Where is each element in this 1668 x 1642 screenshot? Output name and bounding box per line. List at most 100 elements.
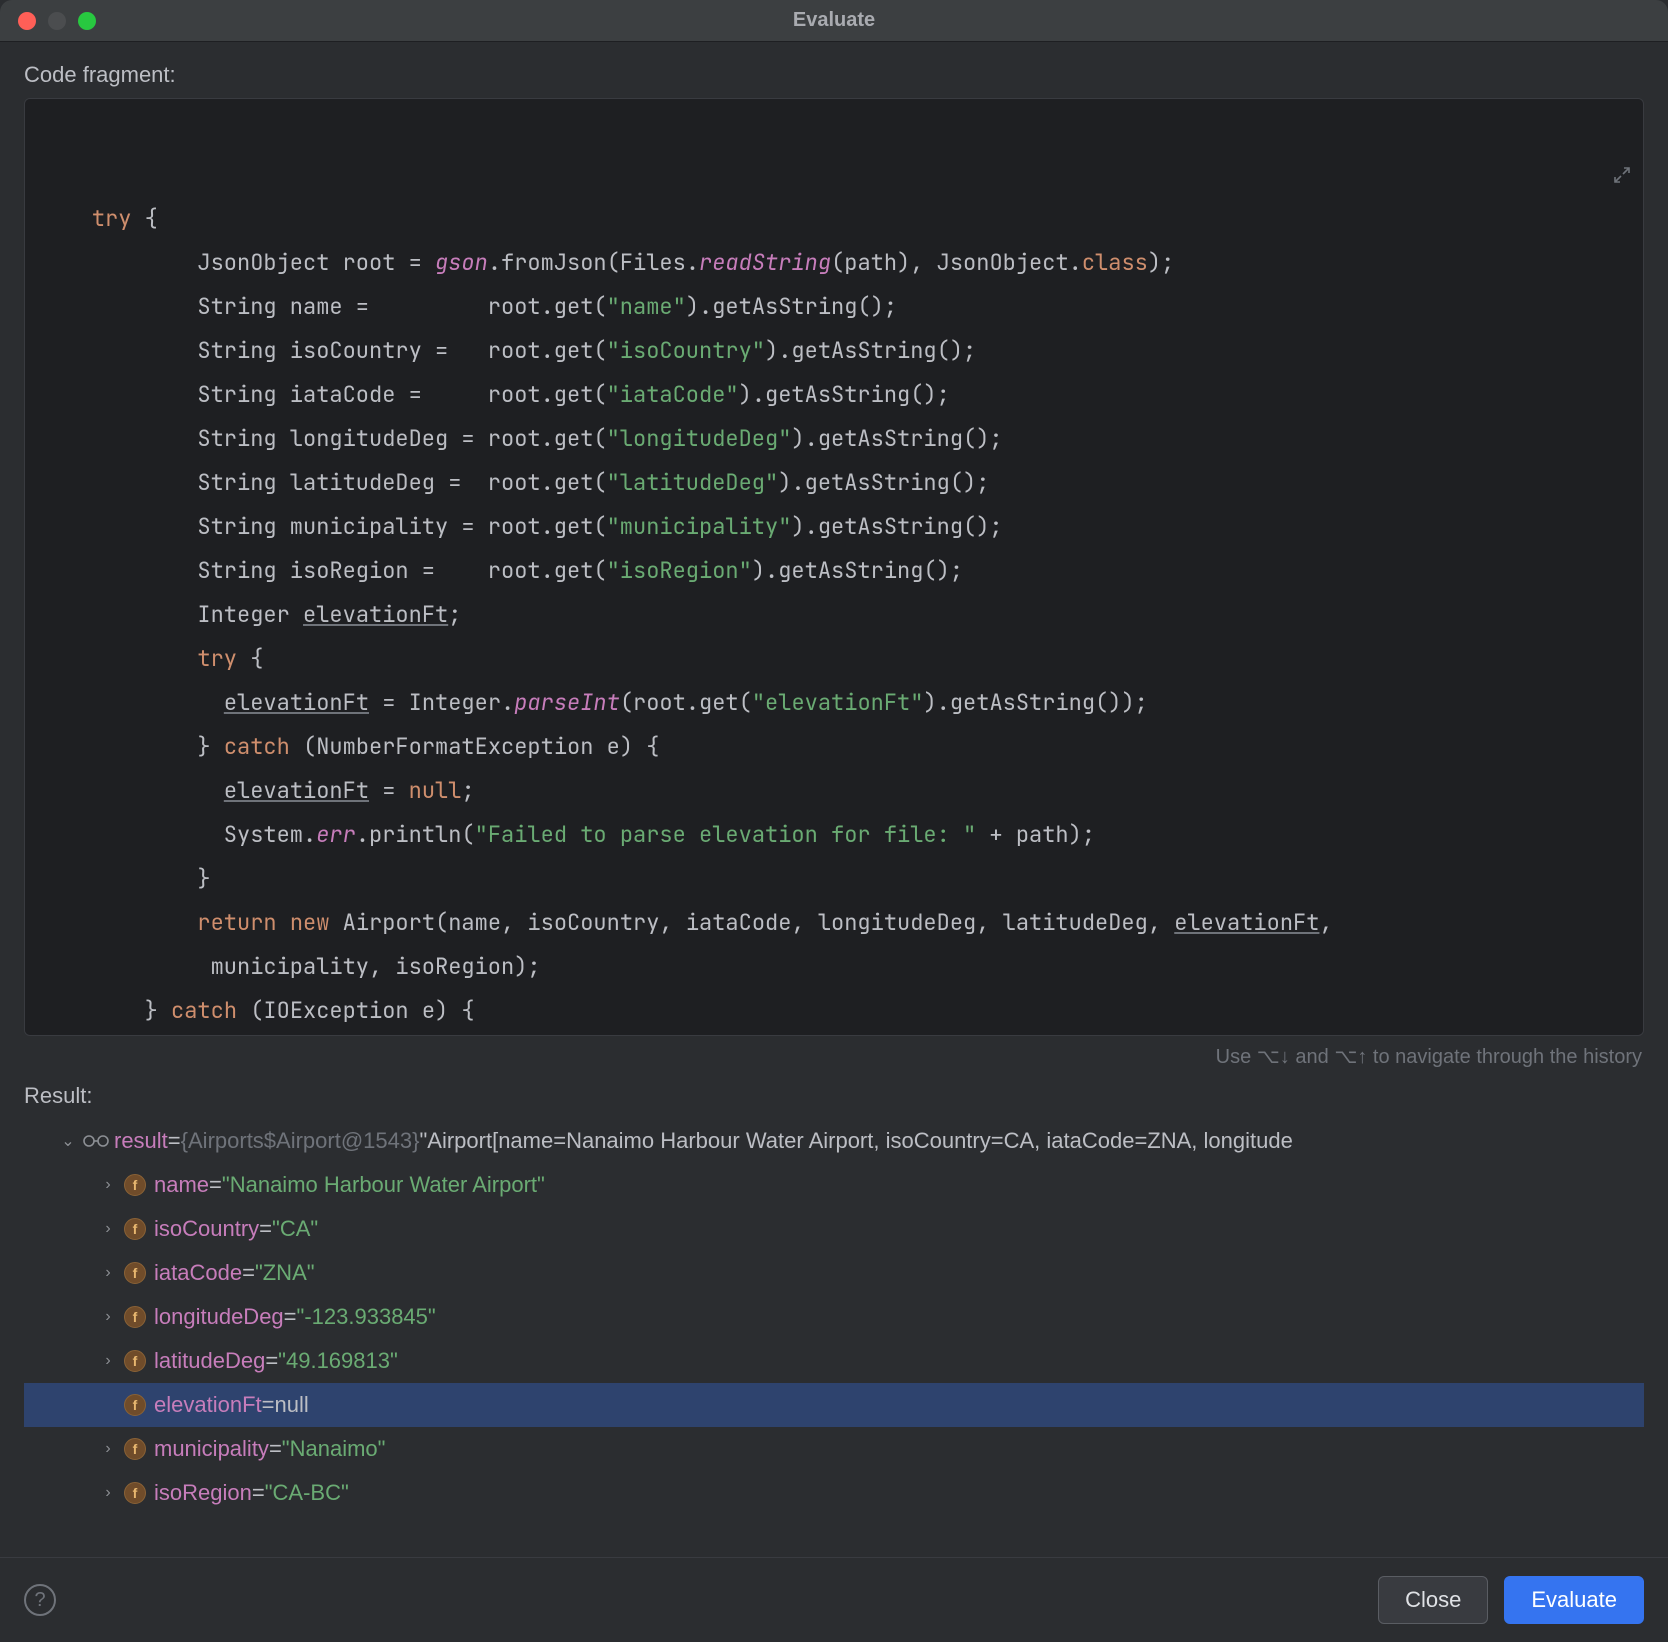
code-token: parseInt <box>514 688 620 717</box>
minimize-window-icon[interactable] <box>48 12 66 30</box>
code-token: "name" <box>607 292 686 321</box>
code-token: Integer <box>39 600 303 629</box>
expand-editor-icon[interactable] <box>1507 111 1631 243</box>
chevron-right-icon[interactable]: › <box>94 1308 122 1326</box>
field-name: longitudeDeg <box>154 1304 284 1330</box>
history-hint: Use ⌥↓ and ⌥↑ to navigate through the hi… <box>24 1044 1642 1069</box>
chevron-right-icon[interactable]: › <box>94 1352 122 1370</box>
code-token: ).getAsString(); <box>752 556 963 585</box>
watch-icon <box>82 1131 110 1151</box>
code-token: try <box>92 204 132 233</box>
field-name: isoRegion <box>154 1480 252 1506</box>
code-token: String latitudeDeg = root.get( <box>39 468 607 497</box>
code-token: } <box>39 864 211 893</box>
close-window-icon[interactable] <box>18 12 36 30</box>
footer: ? Close Evaluate <box>0 1557 1668 1642</box>
code-token: String name = root.get( <box>39 292 607 321</box>
field-name: municipality <box>154 1436 269 1462</box>
window-title: Evaluate <box>0 9 1668 32</box>
tree-row-field[interactable]: felevationFt = null <box>24 1383 1644 1427</box>
chevron-down-icon[interactable]: ⌄ <box>54 1131 82 1151</box>
evaluate-button[interactable]: Evaluate <box>1504 1576 1644 1624</box>
code-token: "elevationFt" <box>752 688 924 717</box>
chevron-right-icon[interactable]: › <box>94 1220 122 1238</box>
tree-row-field[interactable]: ›fiataCode = "ZNA" <box>24 1251 1644 1295</box>
field-value: "Nanaimo" <box>282 1436 386 1462</box>
field-name: elevationFt <box>154 1392 262 1418</box>
code-token: gson <box>435 248 488 277</box>
code-token: (path), JsonObject. <box>831 248 1082 277</box>
field-icon: f <box>124 1174 146 1196</box>
field-value: "-123.933845" <box>297 1304 436 1330</box>
help-button[interactable]: ? <box>24 1584 56 1616</box>
code-token: readString <box>699 248 831 277</box>
field-name: iataCode <box>154 1260 242 1286</box>
code-token: "isoCountry" <box>607 336 765 365</box>
code-token <box>39 688 224 717</box>
tree-row-field[interactable]: ›fname = "Nanaimo Harbour Water Airport" <box>24 1163 1644 1207</box>
tree-row-field[interactable]: ›flongitudeDeg = "-123.933845" <box>24 1295 1644 1339</box>
code-token <box>39 644 197 673</box>
maximize-window-icon[interactable] <box>78 12 96 30</box>
tree-row-field[interactable]: ›fisoCountry = "CA" <box>24 1207 1644 1251</box>
code-token: .println( <box>356 820 475 849</box>
code-token: "latitudeDeg" <box>607 468 779 497</box>
code-token: ); <box>1148 248 1174 277</box>
code-token: catch <box>171 996 237 1025</box>
field-value: "CA-BC" <box>265 1480 349 1506</box>
field-value: "49.169813" <box>278 1348 398 1374</box>
field-value: "ZNA" <box>255 1260 315 1286</box>
traffic-lights <box>18 12 96 30</box>
tree-row-field[interactable]: ›fisoRegion = "CA-BC" <box>24 1471 1644 1515</box>
code-token: ).getAsString(); <box>686 292 897 321</box>
code-token: null <box>409 776 462 805</box>
code-token: = <box>369 776 409 805</box>
close-button[interactable]: Close <box>1378 1576 1488 1624</box>
field-value: "CA" <box>272 1216 318 1242</box>
field-value: null <box>274 1392 308 1418</box>
code-token <box>277 908 290 937</box>
code-token: + path); <box>976 820 1095 849</box>
field-name: name <box>154 1172 209 1198</box>
code-token: { <box>237 644 263 673</box>
code-token: = Integer. <box>369 688 514 717</box>
tree-row-field[interactable]: ›fmunicipality = "Nanaimo" <box>24 1427 1644 1471</box>
code-token: (NumberFormatException e) { <box>290 732 660 761</box>
code-token <box>39 908 197 937</box>
chevron-right-icon[interactable]: › <box>94 1176 122 1194</box>
chevron-right-icon[interactable]: › <box>94 1440 122 1458</box>
code-token: ).getAsString(); <box>791 512 1002 541</box>
result-tree[interactable]: ⌄result = {Airports$Airport@1543} "Airpo… <box>24 1119 1644 1545</box>
code-token: "longitudeDeg" <box>607 424 792 453</box>
code-token: "Failed to parse elevation for file: " <box>475 820 977 849</box>
code-token: ; <box>461 776 474 805</box>
code-token: class <box>1082 248 1148 277</box>
field-icon: f <box>124 1394 146 1416</box>
code-token: JsonObject root = <box>39 248 435 277</box>
code-token: , <box>1319 908 1332 937</box>
object-ref: {Airports$Airport@1543} <box>181 1128 420 1154</box>
chevron-right-icon[interactable]: › <box>94 1484 122 1502</box>
code-token: elevationFt <box>224 776 369 805</box>
code-token: ; <box>448 600 461 629</box>
code-token: String municipality = root.get( <box>39 512 607 541</box>
code-token: "isoRegion" <box>607 556 752 585</box>
tree-row-result[interactable]: ⌄result = {Airports$Airport@1543} "Airpo… <box>24 1119 1644 1163</box>
code-token: ).getAsString(); <box>791 424 1002 453</box>
tree-row-field[interactable]: ›flatitudeDeg = "49.169813" <box>24 1339 1644 1383</box>
evaluate-window: Evaluate Code fragment: try { JsonObject… <box>0 0 1668 1642</box>
field-value: "Nanaimo Harbour Water Airport" <box>222 1172 545 1198</box>
code-token: } <box>39 996 171 1025</box>
code-token: elevationFt <box>1174 908 1319 937</box>
chevron-right-icon[interactable]: › <box>94 1264 122 1282</box>
field-icon: f <box>124 1218 146 1240</box>
code-fragment-label: Code fragment: <box>24 62 1644 88</box>
code-token: System. <box>39 820 316 849</box>
code-token: String iataCode = root.get( <box>39 380 607 409</box>
code-token: ).getAsString()); <box>923 688 1147 717</box>
code-token: ).getAsString(); <box>778 468 989 497</box>
field-name: latitudeDeg <box>154 1348 265 1374</box>
code-token: municipality, isoRegion); <box>39 952 541 981</box>
code-fragment-editor[interactable]: try { JsonObject root = gson.fromJson(Fi… <box>24 98 1644 1036</box>
code-token: elevationFt <box>303 600 448 629</box>
